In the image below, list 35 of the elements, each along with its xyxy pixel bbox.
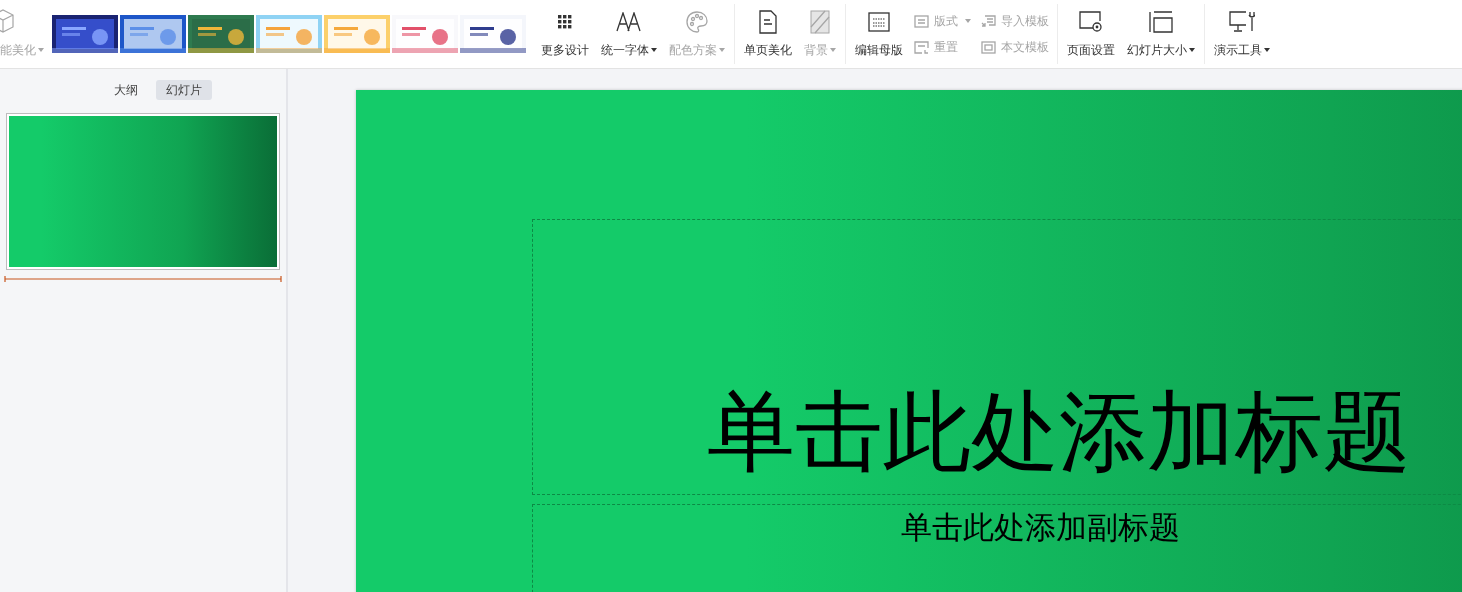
template-icon	[981, 40, 996, 54]
import-icon	[981, 14, 996, 28]
subtitle-placeholder[interactable]: 单击此处添加副标题	[532, 504, 1462, 592]
caret-icon	[651, 48, 657, 52]
toolbar-button[interactable]: 幻灯片大小	[1122, 4, 1200, 64]
toolbar-button[interactable]: 编辑母版	[850, 4, 908, 64]
caret-icon	[1264, 48, 1270, 52]
toolbar-button[interactable]: 演示工具	[1209, 4, 1275, 64]
toolbar-button[interactable]: 页面设置	[1062, 4, 1120, 64]
slide-thumbnail[interactable]	[6, 113, 280, 270]
monitor-wrench-icon	[1229, 11, 1255, 33]
document-icon	[758, 10, 778, 34]
title-placeholder[interactable]: 单击此处添加标题	[532, 219, 1462, 495]
caret-icon	[719, 48, 725, 52]
grid-icon	[557, 14, 573, 30]
toolbar-button[interactable]: 单页美化	[739, 4, 797, 64]
toolbar-button[interactable]: 更多设计	[536, 4, 594, 64]
slide-subtitle: 单击此处添加副标题	[901, 510, 1180, 545]
master-slide-icon	[868, 12, 890, 32]
hatched-square-icon	[810, 10, 830, 34]
panel-tab[interactable]: 大纲	[104, 80, 148, 100]
caret-icon	[830, 48, 836, 52]
page-gear-icon	[1079, 11, 1103, 33]
slide-title: 单击此处添加标题	[707, 388, 1411, 476]
caret-icon	[965, 19, 971, 23]
palette-icon	[685, 10, 709, 34]
slide-size-icon	[1149, 11, 1173, 33]
panel-tab[interactable]: 幻灯片	[156, 80, 212, 100]
caret-icon	[38, 48, 44, 52]
layout-icon	[914, 14, 929, 28]
caret-icon	[1189, 48, 1195, 52]
toolbar-button[interactable]: 统一字体	[596, 4, 662, 64]
reset-icon	[914, 40, 929, 54]
cube-icon	[0, 9, 14, 35]
letters-icon	[616, 12, 642, 32]
